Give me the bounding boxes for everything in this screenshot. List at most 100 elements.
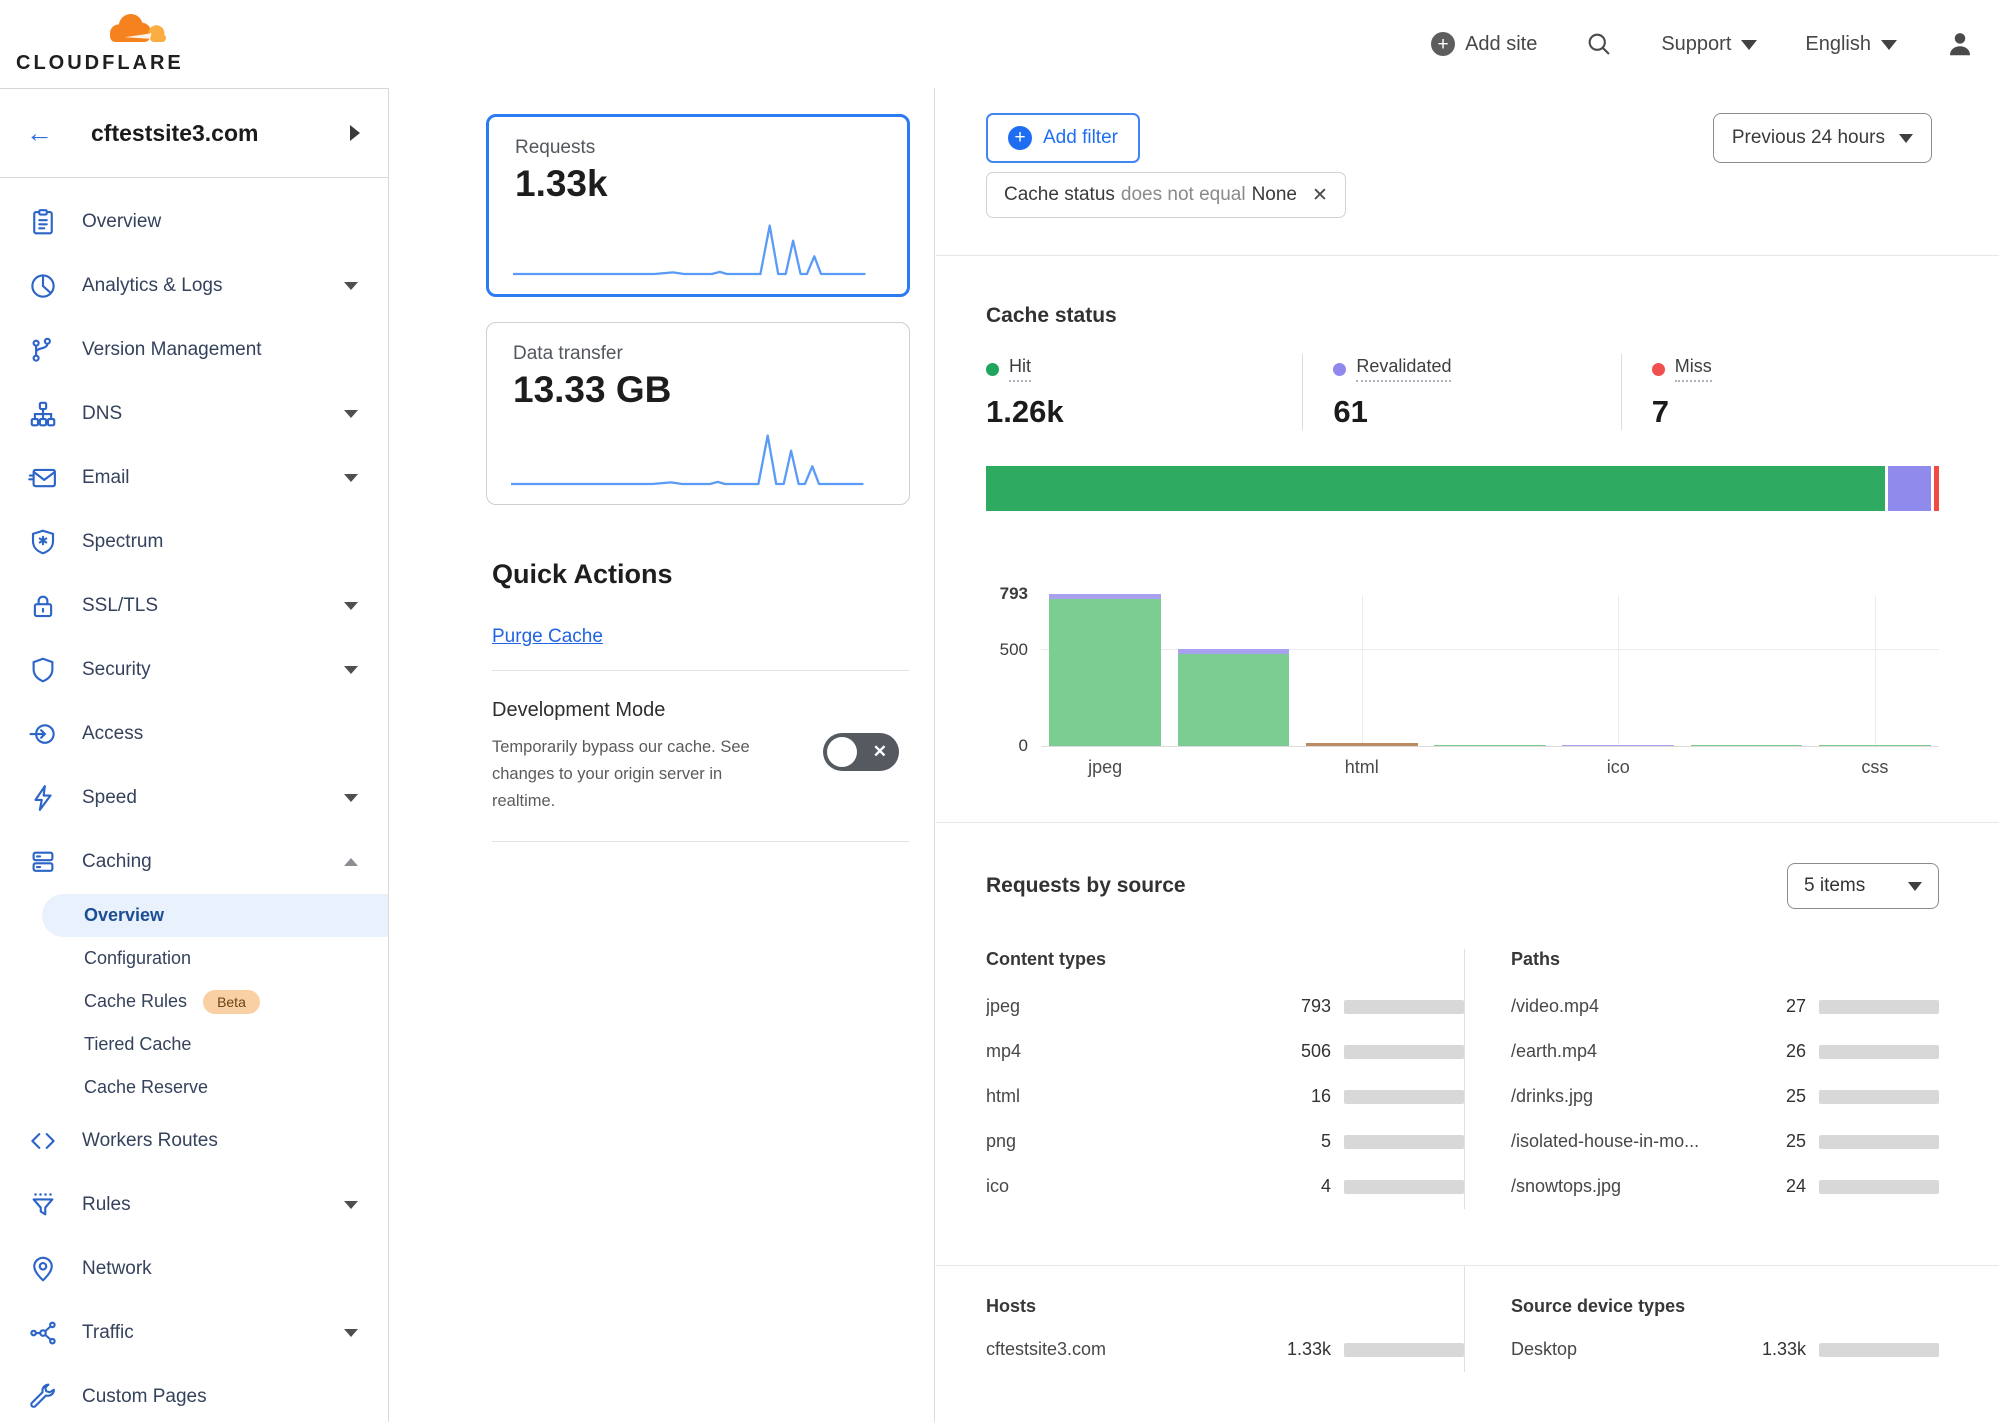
table-row-html[interactable]: html16: [986, 1074, 1464, 1119]
sidebar-item-spectrum[interactable]: Spectrum: [0, 510, 388, 574]
sidebar-item-traffic[interactable]: Traffic: [0, 1301, 388, 1365]
filter-bar: + Add filter Previous 24 hours: [986, 113, 1939, 163]
sidebar-item-overview[interactable]: Overview: [0, 190, 388, 254]
bar-mp4[interactable]: [1178, 649, 1290, 746]
sidebar-subitem-caching-configuration[interactable]: Configuration: [0, 937, 388, 980]
device-types-column: Source device types Desktop1.33k: [1465, 1266, 1939, 1372]
sidebar-item-security[interactable]: Security: [0, 638, 388, 702]
sidebar-item-custom-pages[interactable]: Custom Pages: [0, 1365, 388, 1422]
bar-ico[interactable]: [1562, 745, 1674, 747]
sidebar-subitem-caching-tiered-cache[interactable]: Tiered Cache: [0, 1023, 388, 1066]
sidebar-item-dns[interactable]: DNS: [0, 382, 388, 446]
revalidated-label[interactable]: Revalidated: [1356, 356, 1451, 382]
back-arrow-icon[interactable]: ←: [26, 120, 53, 147]
wrench-icon: [28, 1382, 58, 1412]
pie-chart-icon: [28, 271, 58, 301]
hosts-title: Hosts: [986, 1296, 1464, 1317]
development-mode-toggle[interactable]: ✕: [823, 733, 899, 771]
bar-segment-hit: [1178, 654, 1290, 746]
language-menu[interactable]: English: [1805, 33, 1897, 56]
table-row-drinks-jpg[interactable]: /drinks.jpg25: [1511, 1074, 1939, 1119]
miss-label[interactable]: Miss: [1675, 356, 1712, 382]
sidebar-subitem-caching-overview[interactable]: Overview: [42, 894, 388, 937]
hosts-list: cftestsite3.com1.33k: [986, 1327, 1464, 1372]
development-mode-description: Temporarily bypass our cache. See change…: [492, 734, 750, 815]
cache-status-bar-chart: 0500793 jpeghtmlicocss: [986, 595, 1939, 778]
bar-segment-hit: [1691, 745, 1803, 747]
user-profile-icon[interactable]: [1945, 29, 1975, 59]
table-row-jpeg[interactable]: jpeg793: [986, 984, 1464, 1029]
cache-status-filter-chip[interactable]: Cache status does not equal None ✕: [986, 172, 1346, 218]
table-row-png[interactable]: png5: [986, 1119, 1464, 1164]
data-transfer-metric-card[interactable]: Data transfer 13.33 GB: [486, 322, 910, 505]
shield-star-icon: [28, 527, 58, 557]
search-icon[interactable]: [1585, 30, 1613, 58]
sidebar-item-speed[interactable]: Speed: [0, 766, 388, 830]
sidebar-item-rules[interactable]: Rules: [0, 1173, 388, 1237]
paths-list: /video.mp427/earth.mp426/drinks.jpg25/is…: [1511, 984, 1939, 1209]
table-row-snowtops-jpg[interactable]: /snowtops.jpg24: [1511, 1164, 1939, 1209]
site-header: ← cftestsite3.com: [0, 89, 388, 178]
chevron-down-icon: [344, 282, 358, 290]
chevron-right-icon[interactable]: [350, 125, 360, 141]
meter-bar: [1819, 1180, 1939, 1194]
requests-by-source-header: Requests by source 5 items: [986, 863, 1939, 909]
sidebar-item-version-management[interactable]: Version Management: [0, 318, 388, 382]
table-row-desktop[interactable]: Desktop1.33k: [1511, 1327, 1939, 1372]
sidebar-subitem-caching-cache-reserve[interactable]: Cache Reserve: [0, 1066, 388, 1109]
bar-5[interactable]: [1691, 745, 1803, 747]
bar-segment-hit: [1049, 599, 1161, 746]
logo-wordmark: CLOUDFLARE: [16, 52, 184, 75]
top-bar-actions: + Add site Support English: [1431, 0, 1975, 88]
x-label-html: html: [1298, 757, 1426, 778]
table-row-video-mp4[interactable]: /video.mp427: [1511, 984, 1939, 1029]
add-site-button[interactable]: + Add site: [1431, 32, 1537, 56]
hit-label[interactable]: Hit: [1009, 356, 1031, 382]
sidebar-item-workers-routes[interactable]: Workers Routes: [0, 1109, 388, 1173]
remove-filter-icon[interactable]: ✕: [1312, 184, 1328, 207]
plus-icon: +: [1008, 126, 1032, 150]
table-row-earth-mp4[interactable]: /earth.mp426: [1511, 1029, 1939, 1074]
bar-html[interactable]: [1306, 743, 1418, 746]
bar-png[interactable]: [1434, 745, 1546, 747]
meter-bar: [1344, 1090, 1464, 1104]
plus-icon: +: [1431, 32, 1455, 56]
sidebar-item-ssl-tls[interactable]: SSL/TLS: [0, 574, 388, 638]
sidebar-item-analytics-logs[interactable]: Analytics & Logs: [0, 254, 388, 318]
bar-css[interactable]: [1819, 745, 1931, 747]
sitemap-icon: [28, 399, 58, 429]
sidebar-item-access[interactable]: Access: [0, 702, 388, 766]
time-range-select[interactable]: Previous 24 hours: [1713, 113, 1932, 163]
metrics-column: Requests 1.33k Data transfer 13.33 GB Qu…: [389, 88, 935, 1422]
divider: [492, 841, 909, 842]
bar-segment-hit: [1819, 745, 1931, 747]
miss-value: 7: [1652, 394, 1939, 430]
bar-jpeg[interactable]: [1049, 594, 1161, 746]
divider: [492, 670, 909, 671]
x-label-ico: ico: [1554, 757, 1682, 778]
hit-legend-dot: [986, 363, 999, 376]
sidebar-subitem-caching-cache-rules[interactable]: Cache RulesBeta: [0, 980, 388, 1023]
x-label-png: [1426, 757, 1554, 778]
table-row-cftestsite3-com[interactable]: cftestsite3.com1.33k: [986, 1327, 1464, 1372]
table-row-ico[interactable]: ico4: [986, 1164, 1464, 1209]
cloudflare-logo[interactable]: CLOUDFLARE: [16, 6, 184, 75]
table-row-isolated-house-in-mo[interactable]: /isolated-house-in-mo...25: [1511, 1119, 1939, 1164]
code-brackets-icon: [28, 1126, 58, 1156]
bar-slot-css: [1811, 595, 1939, 746]
items-count-select[interactable]: 5 items: [1787, 863, 1939, 909]
sidebar-item-network[interactable]: Network: [0, 1237, 388, 1301]
chevron-down-icon: [344, 794, 358, 802]
content-types-column: Content types jpeg793mp4506html16png5ico…: [986, 949, 1464, 1209]
table-row-mp4[interactable]: mp4506: [986, 1029, 1464, 1074]
purge-cache-link[interactable]: Purge Cache: [492, 626, 603, 648]
requests-metric-card[interactable]: Requests 1.33k: [486, 114, 910, 297]
chevron-down-icon: [344, 602, 358, 610]
sidebar-item-email[interactable]: Email: [0, 446, 388, 510]
y-tick-500: 500: [1000, 640, 1028, 660]
add-filter-button[interactable]: + Add filter: [986, 113, 1140, 163]
sidebar-item-caching[interactable]: Caching: [0, 830, 388, 894]
support-menu[interactable]: Support: [1661, 33, 1757, 56]
bar-slot-ico: [1554, 595, 1682, 746]
share-nodes-icon: [28, 1318, 58, 1348]
